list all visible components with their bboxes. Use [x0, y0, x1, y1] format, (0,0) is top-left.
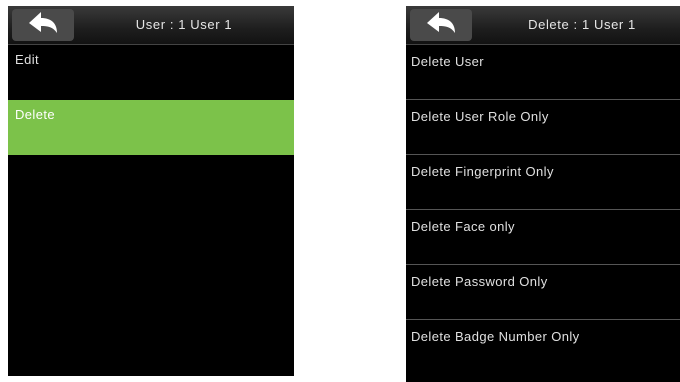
- menu-item-delete-user[interactable]: Delete User: [406, 45, 680, 100]
- header-bar: User : 1 User 1: [8, 6, 294, 45]
- menu-item-delete-badge-number-only[interactable]: Delete Badge Number Only: [406, 320, 680, 375]
- menu-item-delete-fingerprint-only[interactable]: Delete Fingerprint Only: [406, 155, 680, 210]
- menu-item-delete-password-only[interactable]: Delete Password Only: [406, 265, 680, 320]
- menu-item-delete-face-only[interactable]: Delete Face only: [406, 210, 680, 265]
- back-arrow-icon: [27, 11, 59, 40]
- back-arrow-icon: [425, 11, 457, 40]
- user-menu-screen: User : 1 User 1 Edit Delete: [8, 6, 294, 376]
- menu-item-delete[interactable]: Delete: [8, 100, 294, 155]
- back-button[interactable]: [410, 9, 472, 41]
- delete-menu-screen: Delete : 1 User 1 Delete User Delete Use…: [406, 6, 680, 382]
- back-button[interactable]: [12, 9, 74, 41]
- header-bar: Delete : 1 User 1: [406, 6, 680, 45]
- menu-item-edit[interactable]: Edit: [8, 45, 294, 100]
- menu-item-delete-user-role-only[interactable]: Delete User Role Only: [406, 100, 680, 155]
- header-title: User : 1 User 1: [135, 17, 233, 32]
- header-title: Delete : 1 User 1: [528, 17, 636, 32]
